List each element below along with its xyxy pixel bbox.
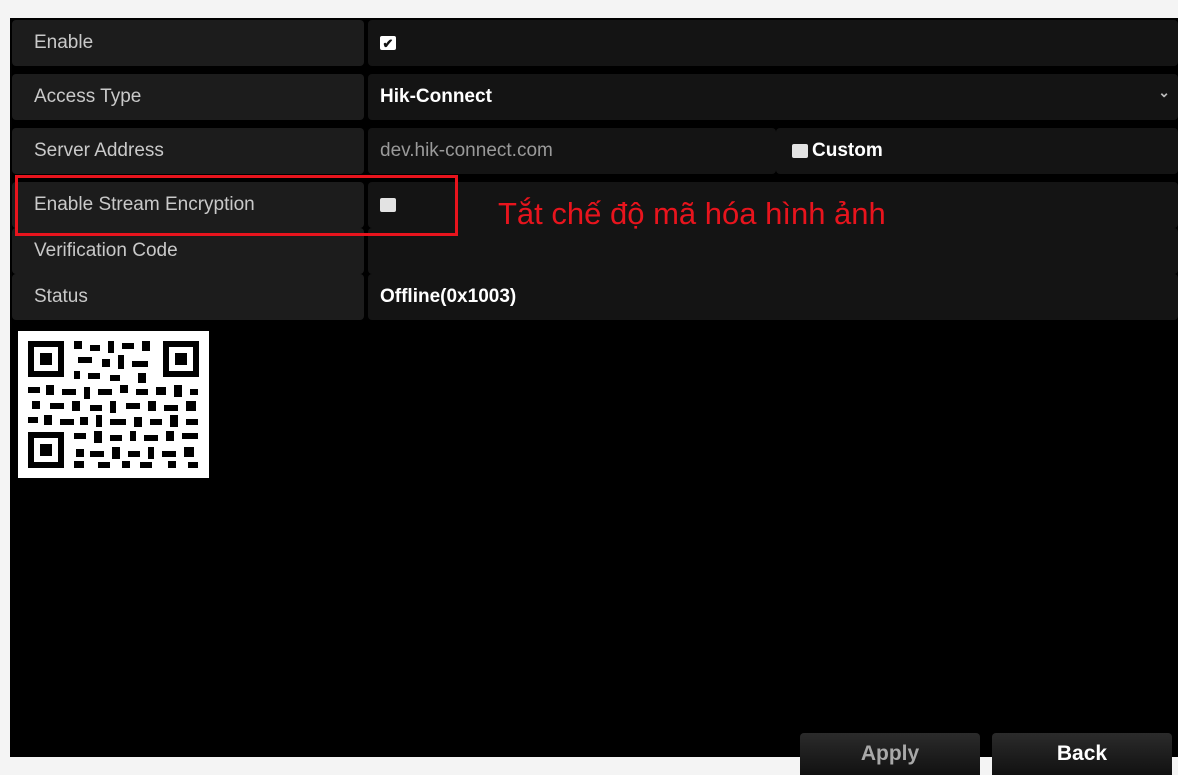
custom-option[interactable]: Custom	[776, 128, 1178, 174]
server-address-row: Server Address dev.hik-connect.com Custo…	[12, 128, 1178, 174]
enable-checkbox[interactable]: ✔	[380, 36, 396, 50]
access-type-row: Access Type Hik-Connect ⌄	[12, 74, 1178, 120]
status-value: Offline(0x1003)	[368, 274, 1178, 320]
annotation-text: Tắt chế độ mã hóa hình ảnh	[498, 196, 886, 231]
chevron-down-icon[interactable]: ⌄	[1158, 84, 1170, 101]
apply-button[interactable]: Apply	[800, 733, 980, 775]
server-address-field[interactable]: dev.hik-connect.com	[368, 128, 776, 174]
enable-label: Enable	[12, 20, 364, 66]
status-label: Status	[12, 274, 364, 320]
verification-code-field[interactable]	[368, 228, 1178, 274]
server-address-label: Server Address	[12, 128, 364, 174]
back-button[interactable]: Back	[992, 733, 1172, 775]
qr-code	[18, 331, 209, 478]
access-type-label: Access Type	[12, 74, 364, 120]
enable-row: Enable ✔	[12, 20, 1178, 66]
status-row: Status Offline(0x1003)	[12, 274, 1178, 320]
enable-value-cell: ✔	[368, 20, 1178, 66]
access-type-select[interactable]: Hik-Connect ⌄	[368, 74, 1178, 120]
access-type-value: Hik-Connect	[380, 86, 492, 107]
hik-connect-settings-panel: Enable ✔ Access Type Hik-Connect ⌄ Serve…	[10, 18, 1178, 775]
annotation-highlight-box	[15, 175, 458, 236]
custom-label: Custom	[812, 140, 883, 161]
check-icon: ✔	[382, 35, 394, 51]
custom-checkbox[interactable]	[792, 144, 808, 158]
qr-code-icon	[28, 341, 199, 468]
